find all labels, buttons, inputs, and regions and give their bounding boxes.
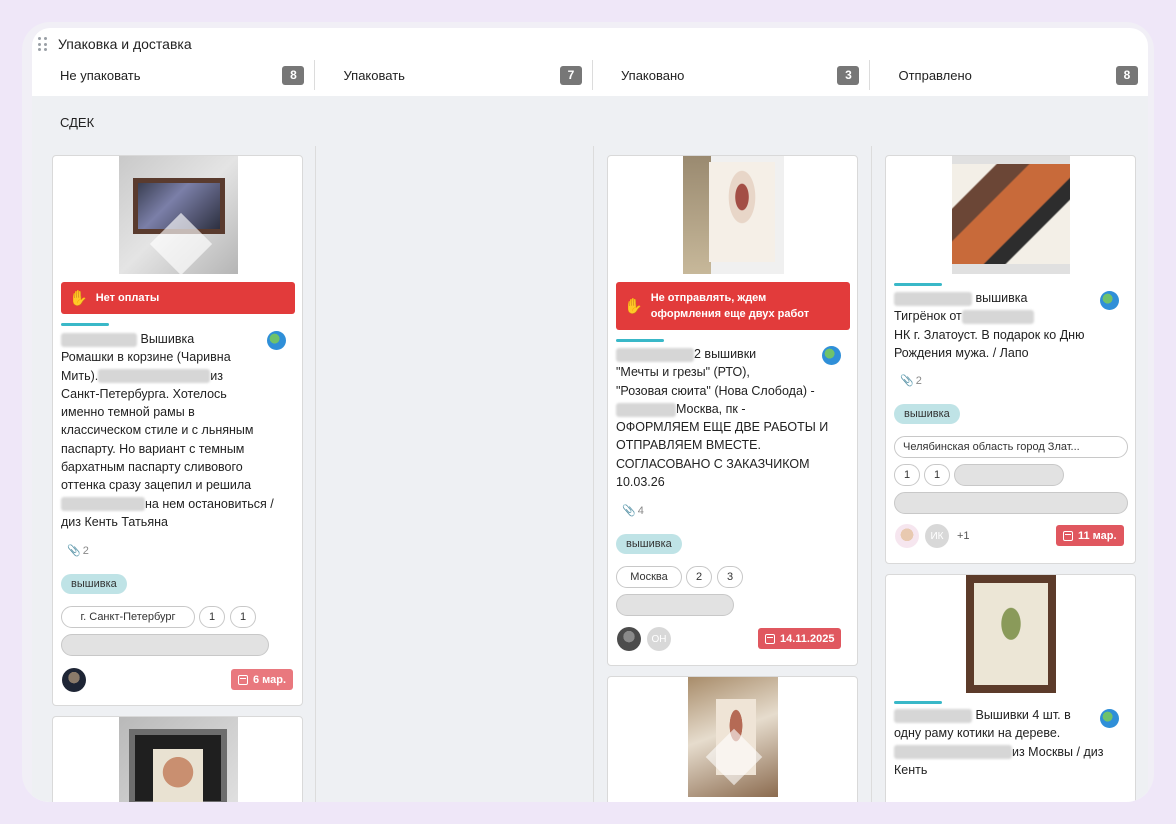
column-header-ne-upakovat[interactable]: Не упаковать 8 (32, 60, 316, 90)
hand-stop-icon: ✋ (624, 297, 643, 315)
card-description: Вышивка Ромашки в корзине (Чаривна Мить)… (61, 332, 274, 529)
paperclip-icon: 📎 (900, 375, 914, 387)
card-cover-image (119, 717, 238, 802)
progress-bar (894, 701, 942, 704)
column-title: Упаковать (343, 67, 405, 83)
column-count-badge: 8 (1115, 65, 1138, 85)
column-header-otpravleno[interactable]: Отправлено 8 (870, 60, 1148, 90)
tag-label[interactable]: вышивка (894, 404, 960, 424)
count-pill[interactable]: 1 (924, 464, 950, 486)
blurred-pill (954, 464, 1064, 486)
task-card[interactable] (52, 716, 303, 802)
calendar-icon (765, 633, 775, 644)
count-pill[interactable]: 2 (686, 566, 712, 588)
card-description: 2 вышивки "Мечты и грезы" (РТО), "Розова… (616, 347, 829, 490)
progress-bar (894, 283, 942, 286)
tag-label[interactable]: вышивка (61, 574, 127, 594)
count-pill[interactable]: 1 (230, 606, 256, 628)
count-pill[interactable]: 1 (894, 464, 920, 486)
progress-bar (61, 323, 109, 326)
task-card[interactable]: вышивка Тигрёнок от НК г. Златоуст. В по… (885, 155, 1136, 564)
blurred-pill (61, 634, 269, 656)
alert-text: Нет оплаты (95, 292, 160, 304)
swimlane-header[interactable]: СДЕК (32, 96, 1148, 146)
region-pill[interactable]: Челябинская область город Злат... (894, 436, 1128, 458)
lane-upakovat (316, 146, 594, 802)
task-card[interactable]: ✋ Нет оплаты Вышивка Ромашки в корзине (… (52, 155, 303, 706)
task-card[interactable]: ✋ Не отправлять, ждем оформления еще двух… (607, 155, 858, 666)
city-pill[interactable]: Москва (616, 566, 682, 588)
avatar-initials[interactable]: ИК (925, 524, 949, 548)
column-title: Упаковано (620, 67, 685, 83)
calendar-icon (238, 674, 248, 685)
column-count-badge: 8 (282, 65, 305, 85)
column-count-badge: 3 (837, 65, 860, 85)
column-title: Отправлено (898, 67, 972, 83)
column-header-upakovano[interactable]: Упаковано 3 (593, 60, 871, 90)
card-cover-image (119, 156, 238, 276)
alert-banner: ✋ Нет оплаты (61, 282, 295, 314)
card-description: Вышивки 4 шт. в одну раму котики на дере… (894, 708, 1104, 777)
card-cover-image (966, 575, 1056, 693)
card-cover-image (688, 677, 778, 797)
blurred-pill (616, 594, 734, 616)
board-title: Упаковка и доставка (58, 36, 192, 52)
task-card[interactable]: Вышивки 4 шт. в одну раму котики на дере… (885, 574, 1136, 802)
alert-banner: ✋ Не отправлять, ждем оформления еще двух… (616, 282, 850, 330)
count-pill[interactable]: 1 (199, 606, 225, 628)
progress-bar (616, 339, 664, 342)
column-headers: Не упаковать 8 Упаковать 7 Упаковано 3 О… (32, 60, 1148, 90)
board-header: Упаковка и доставка (38, 36, 192, 52)
card-cover-image (952, 156, 1070, 274)
kanban-board: Упаковка и доставка Не упаковать 8 Упако… (32, 28, 1148, 802)
column-header-upakovat[interactable]: Упаковать 7 (315, 60, 593, 90)
card-description: вышивка Тигрёнок от НК г. Златоуст. В по… (894, 291, 1085, 360)
more-assignees[interactable]: +1 (957, 530, 970, 542)
paperclip-icon: 📎 (67, 545, 81, 557)
task-card[interactable] (607, 676, 858, 802)
attachments-count[interactable]: 📎 2 (67, 544, 89, 558)
attachments-count[interactable]: 📎 2 (900, 374, 922, 388)
column-count-badge: 7 (559, 65, 582, 85)
count-pill[interactable]: 3 (717, 566, 743, 588)
blurred-pill (894, 492, 1128, 514)
due-date-badge[interactable]: 6 мар. (231, 669, 294, 690)
due-date-badge[interactable]: 14.11.2025 (758, 628, 842, 649)
avatar-initials[interactable]: ОН (647, 627, 671, 651)
paperclip-icon: 📎 (622, 505, 636, 517)
avatar[interactable] (617, 627, 641, 651)
avatar[interactable] (62, 668, 86, 692)
avatar[interactable] (895, 524, 919, 548)
clock-icon (1063, 530, 1073, 541)
due-date-badge[interactable]: 11 мар. (1056, 525, 1124, 546)
hand-stop-icon: ✋ (69, 289, 88, 307)
tag-label[interactable]: вышивка (616, 534, 682, 554)
city-pill[interactable]: г. Санкт-Петербург (61, 606, 195, 628)
card-cover-image (683, 156, 784, 274)
column-title: Не упаковать (60, 67, 141, 83)
attachments-count[interactable]: 📎 4 (622, 504, 644, 518)
drag-handle-icon[interactable] (38, 37, 48, 51)
screenshot-frame: Упаковка и доставка Не упаковать 8 Упако… (22, 22, 1154, 802)
swimlane-title: СДЕК (60, 115, 95, 130)
